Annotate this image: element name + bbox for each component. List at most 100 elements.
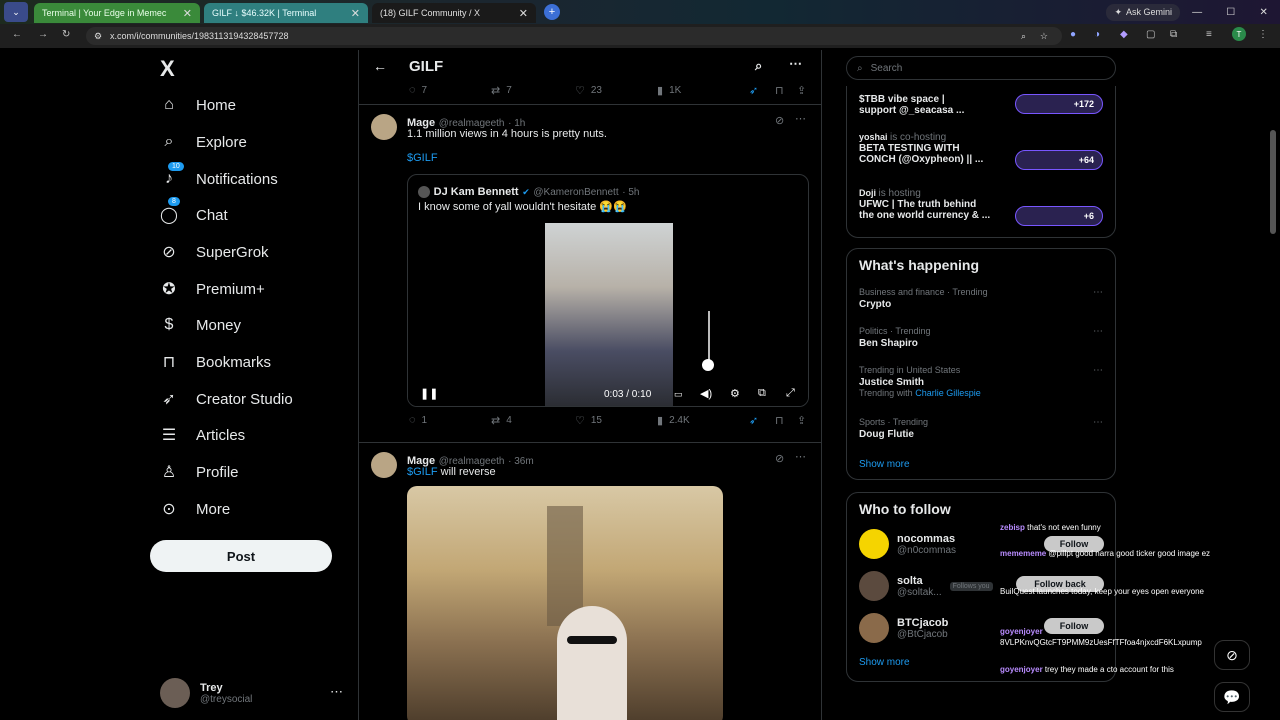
more-icon[interactable]: ⋯ (330, 684, 343, 700)
messages-fab-icon[interactable]: 💬 (1214, 682, 1250, 712)
volume-handle[interactable] (702, 359, 714, 371)
show-more-link[interactable]: Show more (859, 657, 910, 668)
trend-item[interactable]: Business and finance · Trending Crypto (859, 287, 988, 310)
nav-articles[interactable]: ☰ Articles (158, 420, 245, 450)
close-icon[interactable]: ✕ (343, 7, 360, 20)
address-bar[interactable]: ⚙ x.com/i/communities/198311319432845772… (86, 27, 1062, 45)
space-listeners[interactable]: +172 (1015, 94, 1103, 114)
minimize-icon[interactable]: — (1192, 7, 1202, 18)
avatar[interactable] (371, 114, 397, 140)
menu-icon[interactable]: ⋮ (1258, 29, 1268, 40)
trend-extra-link[interactable]: Charlie Gillespie (915, 388, 981, 398)
extension-icon[interactable]: ● (1070, 29, 1076, 40)
nav-bookmarks[interactable]: ⊓ Bookmarks (158, 347, 271, 377)
nav-money[interactable]: $ Money (158, 310, 241, 340)
account-switcher[interactable]: Trey @treysocial ⋯ (160, 678, 343, 708)
like-button[interactable]: ♡ 15 (575, 414, 602, 427)
like-button[interactable]: ♡ 23 (575, 84, 602, 97)
space-listeners[interactable]: +6 (1015, 206, 1103, 226)
tweet-image[interactable] (407, 486, 723, 720)
grok-fab-icon[interactable]: ⊘ (1214, 640, 1250, 670)
repost-button[interactable]: ⇄ 7 (491, 84, 512, 97)
reply-button[interactable]: ◌ 7 (409, 84, 427, 96)
ask-gemini-button[interactable]: ✦ Ask Gemini (1106, 3, 1180, 21)
pause-icon[interactable]: ❚❚ (420, 387, 438, 400)
trend-item[interactable]: Sports · Trending Doug Flutie (859, 417, 928, 440)
fullscreen-icon[interactable]: ⤢ (786, 387, 795, 400)
follow-suggestion[interactable]: BTCjacob @BtCjacob (859, 613, 948, 643)
pip-icon[interactable]: ⧉ (758, 387, 766, 400)
extensions-puzzle-icon[interactable]: ⧉ (1170, 29, 1177, 40)
trend-item[interactable]: Trending in United States Justice Smith Tr… (859, 365, 981, 398)
x-logo-icon[interactable]: X (160, 56, 175, 82)
nav-profile[interactable]: ♙ Profile (158, 457, 239, 487)
new-tab-button[interactable]: + (544, 4, 560, 20)
extension-icon[interactable]: ◑ (1094, 29, 1100, 40)
close-icon[interactable]: ✕ (511, 7, 528, 20)
space-item[interactable]: yoshai is co-hosting BETA TESTING WITH C… (859, 132, 983, 165)
back-arrow-icon[interactable]: ← (373, 58, 387, 74)
space-listeners[interactable]: +64 (1015, 150, 1103, 170)
space-item[interactable]: Doji is hosting UFWC | The truth behind … (859, 188, 990, 221)
reply-button[interactable]: ◌ 1 (409, 414, 427, 426)
star-icon[interactable]: ☆ (1040, 31, 1048, 42)
repost-button[interactable]: ⇄ 4 (491, 414, 512, 427)
more-icon[interactable]: ⋯ (1093, 417, 1103, 428)
sidebar-icon[interactable]: ≡ (1206, 29, 1212, 40)
cashtag-link[interactable]: $GILF (407, 152, 438, 164)
space-item[interactable]: $TBB vibe space | support @_seacasa ... (859, 94, 964, 116)
site-info-icon[interactable]: ⚙ (94, 31, 102, 42)
avatar[interactable] (371, 452, 397, 478)
bookmark-icon[interactable]: ⊓ (775, 84, 784, 97)
more-icon[interactable]: ⋯ (1093, 326, 1103, 337)
follow-suggestion[interactable]: nocommas @n0commas (859, 529, 956, 559)
more-icon[interactable]: ⋯ (795, 450, 806, 463)
show-more-link[interactable]: Show more (859, 459, 910, 470)
grok-icon[interactable]: ⊘ (775, 114, 784, 127)
profile-avatar-icon[interactable]: T (1232, 27, 1246, 41)
share-icon[interactable]: ⇪ (797, 414, 806, 427)
search-input[interactable]: ⌕ Search (846, 56, 1116, 80)
more-icon[interactable]: ⋯ (1093, 365, 1103, 376)
nav-notifications[interactable]: ♪ 10 Notifications (158, 162, 278, 194)
quoted-tweet[interactable]: DJ Kam Bennett ✔ @KameronBennett · 5h I … (407, 174, 809, 407)
views-button[interactable]: ▮ 2.4K (657, 414, 690, 427)
boost-icon[interactable]: ➶ (749, 84, 758, 97)
extension-icon[interactable]: ◆ (1120, 29, 1128, 40)
settings-icon[interactable]: ⚙ (730, 387, 740, 400)
video-player[interactable]: ❚❚ 0:03 / 0:10 ▭ ◀) ⚙ ⧉ ⤢ (408, 223, 808, 406)
boost-icon[interactable]: ➶ (749, 414, 758, 427)
volume-icon[interactable]: ◀) (700, 387, 712, 400)
tab-gilf-terminal[interactable]: GILF ↓ $46.32K | Terminal ✕ (204, 3, 368, 23)
zoom-icon[interactable]: ⌕ (1021, 31, 1026, 42)
volume-slider[interactable] (708, 311, 710, 365)
follow-suggestion[interactable]: solta @soltak... Follows you (859, 571, 993, 601)
cashtag-link[interactable]: $GILF (407, 466, 438, 478)
tab-search-icon[interactable]: ⌄ (4, 2, 28, 22)
tweet[interactable]: Mage @realmageeth · 1h ⊘ ⋯ 1.1 million v… (359, 106, 821, 436)
more-icon[interactable]: ⋯ (795, 112, 806, 125)
nav-premium[interactable]: ✪ Premium+ (158, 274, 264, 304)
grok-icon[interactable]: ⊘ (775, 452, 784, 465)
bookmark-icon[interactable]: ⊓ (775, 414, 784, 427)
trend-item[interactable]: Politics · Trending Ben Shapiro (859, 326, 931, 349)
nav-more[interactable]: ⊙ More (158, 494, 230, 524)
close-icon[interactable]: ✕ (175, 7, 192, 20)
tab-terminal[interactable]: Terminal | Your Edge in Memec ✕ (34, 3, 200, 23)
captions-icon[interactable]: ▭ (674, 389, 683, 400)
back-icon[interactable]: ← (12, 29, 22, 40)
search-icon[interactable]: ⌕ (755, 58, 762, 74)
post-button[interactable]: Post (150, 540, 332, 572)
nav-creator-studio[interactable]: ➶ Creator Studio (158, 384, 292, 414)
more-icon[interactable]: ⋯ (1093, 287, 1103, 298)
nav-home[interactable]: ⌂ Home (158, 90, 236, 120)
reload-icon[interactable]: ↻ (62, 29, 70, 40)
maximize-icon[interactable]: ☐ (1226, 7, 1235, 18)
nav-chat[interactable]: ◯ 8 Chat (158, 197, 228, 230)
nav-supergrok[interactable]: ⊘ SuperGrok (158, 237, 268, 267)
tab-gilf-community[interactable]: (18) GILF Community / X ✕ (372, 3, 536, 23)
close-window-icon[interactable]: ✕ (1259, 7, 1267, 18)
tweet[interactable]: Mage @realmageeth · 36m ⊘ ⋯ $GILF will r… (359, 444, 821, 720)
forward-icon[interactable]: → (38, 29, 48, 40)
extension-icon[interactable]: ▢ (1146, 29, 1155, 40)
